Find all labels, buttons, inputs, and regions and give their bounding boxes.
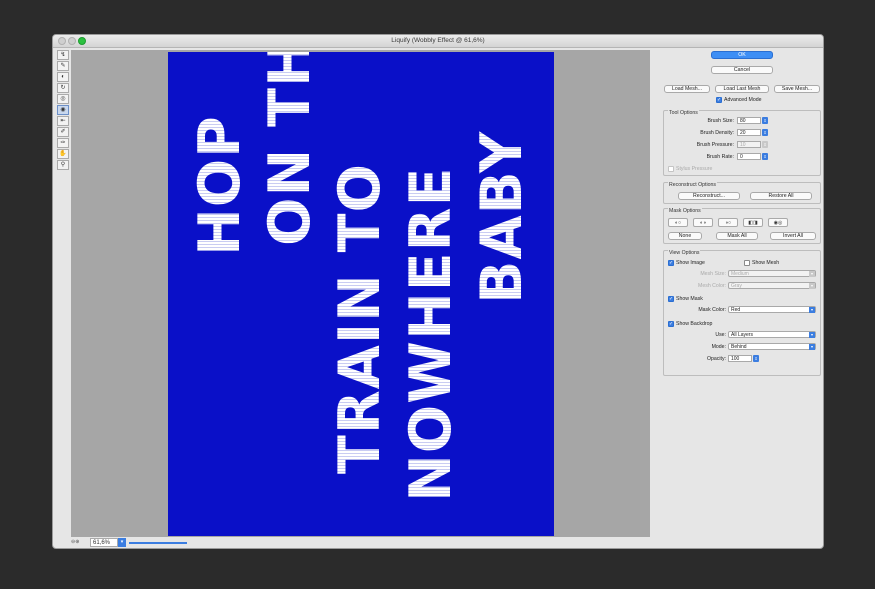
brush-size-label: Brush Size: bbox=[707, 118, 734, 124]
brush-pressure-stepper[interactable]: ⇕ bbox=[762, 141, 768, 148]
pucker-icon[interactable]: ◎ bbox=[57, 94, 69, 104]
use-label: Use: bbox=[715, 332, 726, 338]
window-title: Liquify (Wobbly Effect @ 61,6%) bbox=[391, 37, 485, 44]
ok-button[interactable]: OK bbox=[711, 51, 773, 59]
brush-rate-input[interactable]: 0 bbox=[737, 153, 761, 160]
advanced-mode-checkbox[interactable]: ✓ bbox=[716, 97, 722, 103]
brush-density-label: Brush Density: bbox=[700, 130, 734, 136]
subtract-from-selection-icon[interactable]: ◑○ bbox=[718, 218, 738, 227]
dropdown-arrow-icon[interactable]: ▾ bbox=[118, 538, 126, 547]
smooth-icon[interactable]: ◐ bbox=[57, 72, 69, 82]
show-backdrop-label: Show Backdrop bbox=[676, 321, 713, 327]
view-options-group: View Options ✓ Show Image Show Mesh Mesh… bbox=[663, 250, 821, 376]
use-value: All Layers bbox=[731, 332, 753, 338]
brush-rate-label: Brush Rate: bbox=[706, 154, 734, 160]
zoom-level[interactable]: 61,6% bbox=[90, 538, 118, 547]
mode-value: Behind bbox=[731, 344, 747, 350]
zoom-icon[interactable]: ⚲ bbox=[57, 160, 69, 170]
reconstruct-icon[interactable]: ✎ bbox=[57, 61, 69, 71]
liquify-toolbar: ↯ ✎ ◐ ↻ ◎ ◉ ⇤ ✐ ✑ ✋ ⚲ bbox=[55, 49, 71, 199]
stylus-pressure-label: Stylus Pressure bbox=[676, 166, 713, 172]
mask-options-group: Mask Options ◐○ ◐◑ ◑○ ◧◨ ◉◎ None Mask Al… bbox=[663, 208, 821, 244]
freeze-mask-icon[interactable]: ✐ bbox=[57, 127, 69, 137]
text-line-hop: HOP bbox=[187, 115, 253, 256]
mode-label: Mode: bbox=[711, 344, 726, 350]
mesh-color-label: Mesh Color: bbox=[698, 283, 726, 289]
liquify-dialog: Liquify (Wobbly Effect @ 61,6%) ↯ ✎ ◐ ↻ … bbox=[52, 34, 824, 549]
chevron-down-icon: ▾ bbox=[809, 344, 815, 350]
mesh-size-label: Mesh Size: bbox=[700, 271, 726, 277]
chevron-down-icon: ▾ bbox=[809, 271, 815, 277]
show-mask-checkbox[interactable]: ✓ bbox=[668, 296, 674, 302]
view-options-title: View Options bbox=[668, 250, 701, 256]
options-panel: OK Cancel Load Mesh... Load Last Mesh Sa… bbox=[661, 50, 823, 548]
reconstruct-options-title: Reconstruct Options bbox=[668, 182, 717, 188]
show-backdrop-checkbox[interactable]: ✓ bbox=[668, 321, 674, 327]
mesh-color-select[interactable]: Gray ▾ bbox=[728, 282, 816, 289]
opacity-label: Opacity: bbox=[706, 356, 726, 362]
load-last-mesh-button[interactable]: Load Last Mesh bbox=[715, 85, 769, 93]
mesh-color-value: Gray bbox=[731, 283, 742, 289]
brush-pressure-input[interactable]: 10 bbox=[737, 141, 761, 148]
intersect-selection-icon[interactable]: ◧◨ bbox=[743, 218, 763, 227]
forward-warp-icon[interactable]: ↯ bbox=[57, 50, 69, 60]
mask-all-button[interactable]: Mask All bbox=[716, 232, 758, 240]
mask-color-value: Red bbox=[731, 307, 741, 313]
invert-all-button[interactable]: Invert All bbox=[770, 232, 816, 240]
brush-density-stepper[interactable]: ⇕ bbox=[762, 129, 768, 136]
title-bar[interactable]: Liquify (Wobbly Effect @ 61,6%) bbox=[53, 35, 823, 48]
show-image-checkbox[interactable]: ✓ bbox=[668, 260, 674, 266]
zoom-out-icon[interactable]: ⊖⊕ bbox=[71, 539, 79, 545]
mesh-size-select[interactable]: Medium ▾ bbox=[728, 270, 816, 277]
status-bar: ⊖⊕ 61,6% ▾ bbox=[71, 538, 650, 548]
mesh-size-value: Medium bbox=[731, 271, 749, 277]
brush-rate-stepper[interactable]: ⇕ bbox=[762, 153, 768, 160]
mask-color-select[interactable]: Red ▾ bbox=[728, 306, 816, 313]
reconstruct-button[interactable]: Reconstruct... bbox=[678, 192, 740, 200]
save-mesh-button[interactable]: Save Mesh... bbox=[774, 85, 820, 93]
tool-options-group: Tool Options Brush Size: 80 ⇕ Brush Dens… bbox=[663, 110, 821, 176]
mask-color-label: Mask Color: bbox=[698, 307, 726, 313]
preview-area[interactable]: HOP ON THE TRAIN TO NOWHERE BABY bbox=[71, 50, 650, 537]
text-line-train-to: TRAIN TO bbox=[327, 163, 393, 474]
replace-selection-icon[interactable]: ◐○ bbox=[668, 218, 688, 227]
thaw-mask-icon[interactable]: ✑ bbox=[57, 138, 69, 148]
brush-size-input[interactable]: 80 bbox=[737, 117, 761, 124]
cancel-button[interactable]: Cancel bbox=[711, 66, 773, 74]
show-mesh-top-checkbox[interactable] bbox=[744, 260, 750, 266]
mask-options-title: Mask Options bbox=[668, 208, 702, 214]
text-line-on-the: ON THE bbox=[257, 52, 323, 246]
chevron-down-icon: ▾ bbox=[809, 332, 815, 338]
mode-select[interactable]: Behind ▾ bbox=[728, 343, 816, 350]
show-mesh-top-label: Show Mesh bbox=[752, 260, 780, 266]
show-image-label: Show Image bbox=[676, 260, 705, 266]
chevron-down-icon: ▾ bbox=[809, 307, 815, 313]
brush-size-stepper[interactable]: ⇕ bbox=[762, 117, 768, 124]
use-select[interactable]: All Layers ▾ bbox=[728, 331, 816, 338]
add-to-selection-icon[interactable]: ◐◑ bbox=[693, 218, 713, 227]
opacity-input[interactable]: 100 bbox=[728, 355, 752, 362]
text-line-baby: BABY bbox=[469, 130, 535, 304]
advanced-mode-label: Advanced Mode bbox=[724, 97, 762, 103]
bloat-icon[interactable]: ◉ bbox=[57, 105, 69, 115]
tool-options-title: Tool Options bbox=[668, 110, 699, 116]
push-left-icon[interactable]: ⇤ bbox=[57, 116, 69, 126]
show-mask-label: Show Mask bbox=[676, 296, 703, 302]
text-line-nowhere: NOWHERE bbox=[398, 166, 464, 502]
opacity-stepper[interactable]: ⇕ bbox=[753, 355, 759, 362]
brush-density-input[interactable]: 20 bbox=[737, 129, 761, 136]
reconstruct-options-group: Reconstruct Options Reconstruct... Resto… bbox=[663, 182, 821, 204]
document-canvas[interactable]: HOP ON THE TRAIN TO NOWHERE BABY bbox=[168, 52, 554, 536]
hand-icon[interactable]: ✋ bbox=[57, 149, 69, 159]
brush-pressure-label: Brush Pressure: bbox=[696, 142, 734, 148]
twirl-icon[interactable]: ↻ bbox=[57, 83, 69, 93]
mask-none-button[interactable]: None bbox=[668, 232, 702, 240]
restore-all-button[interactable]: Restore All bbox=[750, 192, 812, 200]
progress-bar bbox=[129, 542, 187, 544]
invert-selection-icon[interactable]: ◉◎ bbox=[768, 218, 788, 227]
load-mesh-button[interactable]: Load Mesh... bbox=[664, 85, 710, 93]
chevron-down-icon: ▾ bbox=[809, 283, 815, 289]
stylus-pressure-checkbox[interactable] bbox=[668, 166, 674, 172]
